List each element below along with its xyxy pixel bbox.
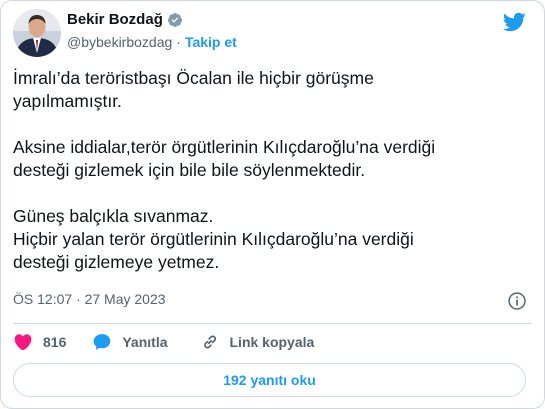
separator-dot: · (176, 34, 181, 50)
speech-bubble-icon (94, 334, 111, 350)
like-count: 816 (43, 334, 67, 350)
heart-icon (14, 334, 32, 351)
tweet-paragraph: Güneş balçıkla sıvanmaz. Hiçbir yalan te… (13, 206, 414, 272)
link-icon (203, 335, 216, 349)
divider (13, 323, 532, 324)
copy-link-label: Link kopyala (229, 334, 315, 350)
tweet-timestamp[interactable]: ÖS 12:07 · 27 May 2023 (13, 291, 166, 307)
avatar[interactable] (13, 9, 61, 57)
avatar-photo (13, 9, 61, 57)
author-handle[interactable]: @bybekirbozdag (67, 34, 172, 50)
like-button[interactable]: 816 (13, 332, 66, 352)
author-display-name[interactable]: Bekir Bozdağ (67, 11, 163, 28)
read-replies-button[interactable]: 192 yanıtı oku (13, 363, 526, 397)
author-handle-row: @bybekirbozdag · Takip et (67, 34, 237, 50)
follow-button[interactable]: Takip et (185, 34, 237, 50)
tweet-text: İmralı’da teröristbaşı Öcalan ile hiçbir… (13, 67, 533, 274)
reply-label: Yanıtla (122, 334, 168, 350)
tweet-paragraph: İmralı’da teröristbaşı Öcalan ile hiçbir… (13, 68, 374, 111)
twitter-bird-icon[interactable] (502, 12, 526, 32)
verified-badge-icon (167, 12, 182, 27)
author-name-row: Bekir Bozdağ (67, 11, 183, 28)
info-icon[interactable] (507, 291, 527, 311)
tweet-paragraph: Aksine iddialar,terör örgütlerinin Kılıç… (13, 137, 436, 180)
copy-link-button[interactable]: Link kopyala (200, 332, 315, 352)
reply-button[interactable]: Yanıtla (92, 332, 168, 352)
tweet-actions: 816 Yanıtla Link kopyala (13, 332, 314, 352)
tweet-card: Bekir Bozdağ @bybekirbozdag · Takip et İ… (0, 0, 545, 409)
